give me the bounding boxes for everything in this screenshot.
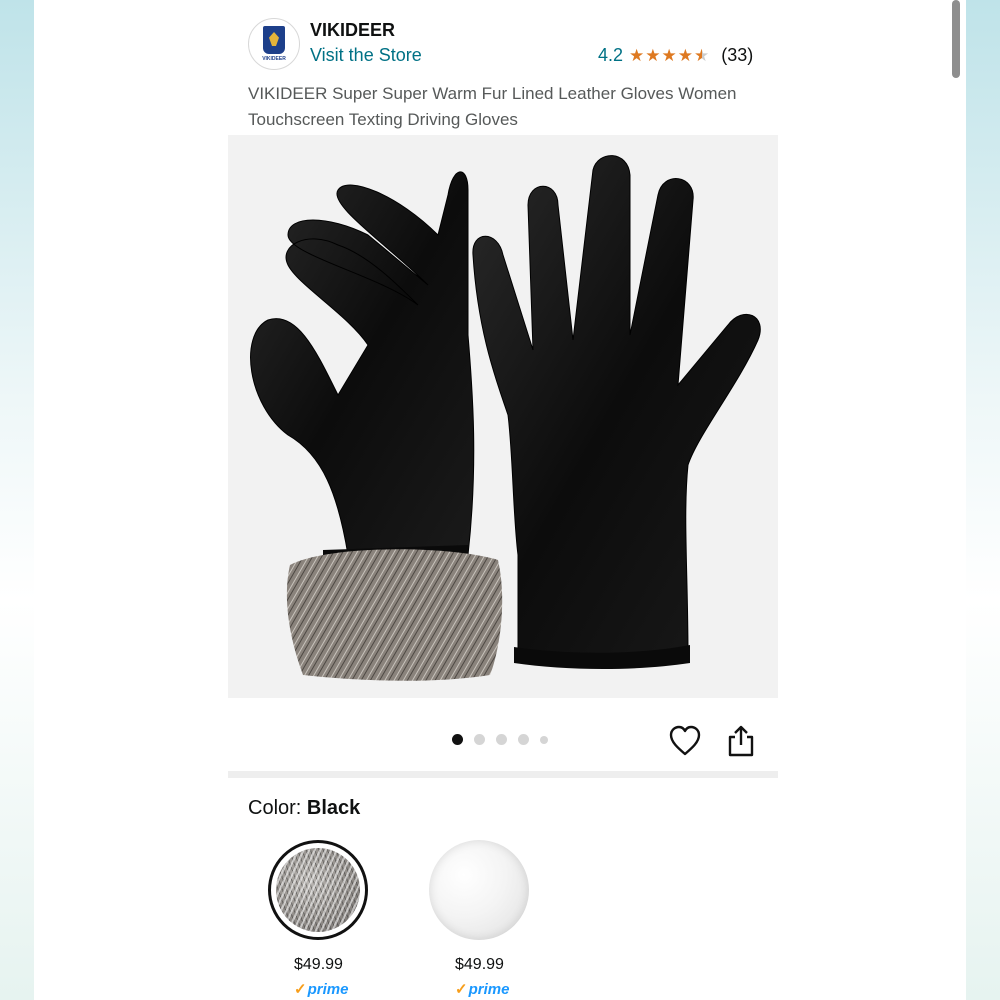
review-count: (33) bbox=[721, 45, 754, 65]
brand-logo[interactable]: VIKIDEER bbox=[248, 18, 300, 70]
pager-dot[interactable] bbox=[540, 735, 548, 744]
brand-name[interactable]: VIKIDEER bbox=[310, 20, 395, 41]
product-title: VIKIDEER Super Super Warm Fur Lined Leat… bbox=[248, 84, 737, 129]
pager-dot[interactable] bbox=[496, 734, 507, 745]
pager-dot[interactable] bbox=[452, 734, 463, 745]
add-to-list-button[interactable] bbox=[668, 725, 702, 757]
right-glove bbox=[472, 155, 761, 669]
visit-store-link[interactable]: Visit the Store bbox=[310, 45, 422, 66]
background-right-edge bbox=[966, 0, 1000, 1000]
logo-text: VIKIDEER bbox=[262, 56, 286, 62]
left-glove bbox=[250, 171, 503, 681]
share-button[interactable] bbox=[726, 724, 756, 758]
background-left-edge bbox=[0, 0, 34, 1000]
color-label: Color: Black bbox=[248, 797, 360, 820]
swatch-image bbox=[276, 848, 360, 932]
half-star-icon: ★ bbox=[694, 45, 710, 65]
star-rating: ★ ★ ★ ★ ★ bbox=[629, 46, 709, 66]
pager-dot[interactable] bbox=[474, 734, 485, 745]
section-divider bbox=[228, 771, 778, 778]
prime-badge: ✓prime bbox=[455, 980, 509, 998]
image-pager[interactable] bbox=[452, 734, 548, 745]
gloves-illustration bbox=[250, 155, 761, 681]
swatch-image bbox=[429, 840, 529, 940]
swatch-price: $49.99 bbox=[455, 956, 504, 973]
color-swatch-white-fur[interactable] bbox=[429, 840, 529, 940]
pager-dot[interactable] bbox=[518, 734, 529, 745]
prime-label: prime bbox=[307, 981, 349, 998]
star-icon: ★ bbox=[661, 45, 677, 65]
share-icon bbox=[728, 725, 754, 757]
swatch-price: $49.99 bbox=[294, 956, 343, 973]
selected-color: Black bbox=[306, 797, 361, 819]
prime-check-icon: ✓ bbox=[294, 981, 307, 998]
rating-value: 4.2 bbox=[598, 45, 624, 65]
prime-label: prime bbox=[468, 981, 510, 998]
scrollbar[interactable] bbox=[952, 0, 960, 78]
color-label-prefix: Color: bbox=[248, 797, 307, 819]
prime-check-icon: ✓ bbox=[455, 981, 468, 998]
color-swatch-grey-fur[interactable] bbox=[268, 840, 368, 940]
prime-badge: ✓prime bbox=[294, 980, 348, 998]
star-icon: ★ bbox=[629, 45, 645, 65]
star-icon: ★ bbox=[645, 45, 661, 65]
heart-icon bbox=[669, 725, 701, 756]
product-image[interactable] bbox=[228, 135, 778, 698]
deer-emblem-icon bbox=[263, 26, 285, 54]
rating-summary[interactable]: 4.2 ★ ★ ★ ★ ★ (33) bbox=[598, 45, 753, 66]
star-icon: ★ bbox=[677, 45, 694, 65]
